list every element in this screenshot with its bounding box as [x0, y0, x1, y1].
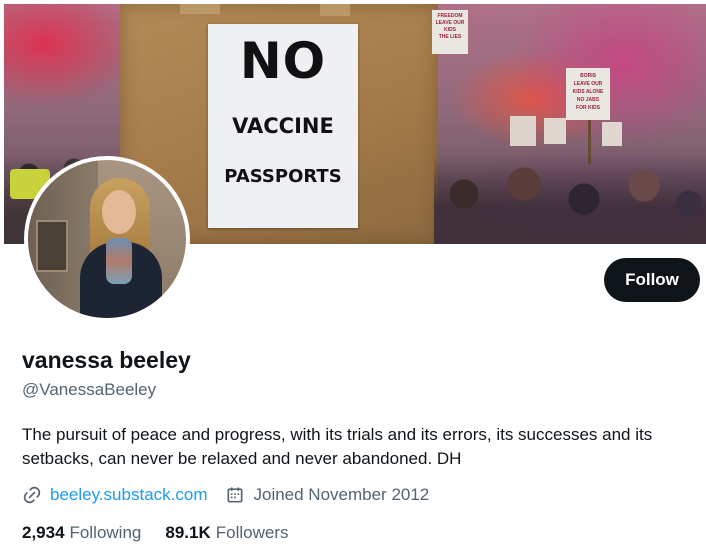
display-name: vanessa beeley	[22, 347, 191, 373]
following-label: Following	[69, 523, 142, 542]
followers-label: Followers	[215, 523, 289, 542]
banner-crowd-right	[434, 154, 706, 244]
followers-link[interactable]: 89.1K Followers	[165, 523, 288, 543]
banner-small-sign	[602, 122, 622, 146]
avatar[interactable]	[24, 156, 190, 322]
followers-count: 89.1K	[165, 523, 211, 542]
joined-date: Joined November 2012	[253, 485, 430, 504]
poster-line-3: PASSPORTS	[224, 166, 342, 187]
banner-tape	[320, 4, 350, 16]
profile-page: NO VACCINE PASSPORTS FREEDOM LEAVE OUR K…	[0, 0, 706, 546]
banner-small-sign	[544, 118, 566, 144]
following-link[interactable]: 2,934 Following	[22, 523, 141, 543]
following-count: 2,934	[22, 523, 65, 542]
follow-button[interactable]: Follow	[604, 258, 700, 302]
banner-sign-left: FREEDOM LEAVE OUR KIDS THE LIES	[432, 10, 468, 54]
banner-small-sign	[510, 116, 536, 146]
avatar-scarf	[106, 238, 132, 284]
website-link[interactable]: beeley.substack.com	[50, 485, 207, 505]
banner-tape	[180, 4, 220, 14]
follow-stats: 2,934 Following 89.1K Followers	[22, 523, 312, 543]
link-icon	[22, 485, 42, 505]
handle: @VanessaBeeley	[22, 380, 157, 399]
poster-line-1: NO	[239, 32, 327, 90]
poster-line-2: VACCINE	[232, 114, 334, 138]
bio: The pursuit of peace and progress, with …	[22, 425, 653, 468]
calendar-icon	[225, 485, 245, 505]
avatar-face	[102, 190, 136, 234]
avatar-window	[36, 220, 68, 272]
banner-sign-right: BORIS LEAVE OUR KIDS ALONE NO JABS FOR K…	[566, 68, 610, 120]
profile-meta: beeley.substack.com Joined November 2012	[22, 484, 429, 506]
banner-poster: NO VACCINE PASSPORTS	[208, 24, 358, 228]
